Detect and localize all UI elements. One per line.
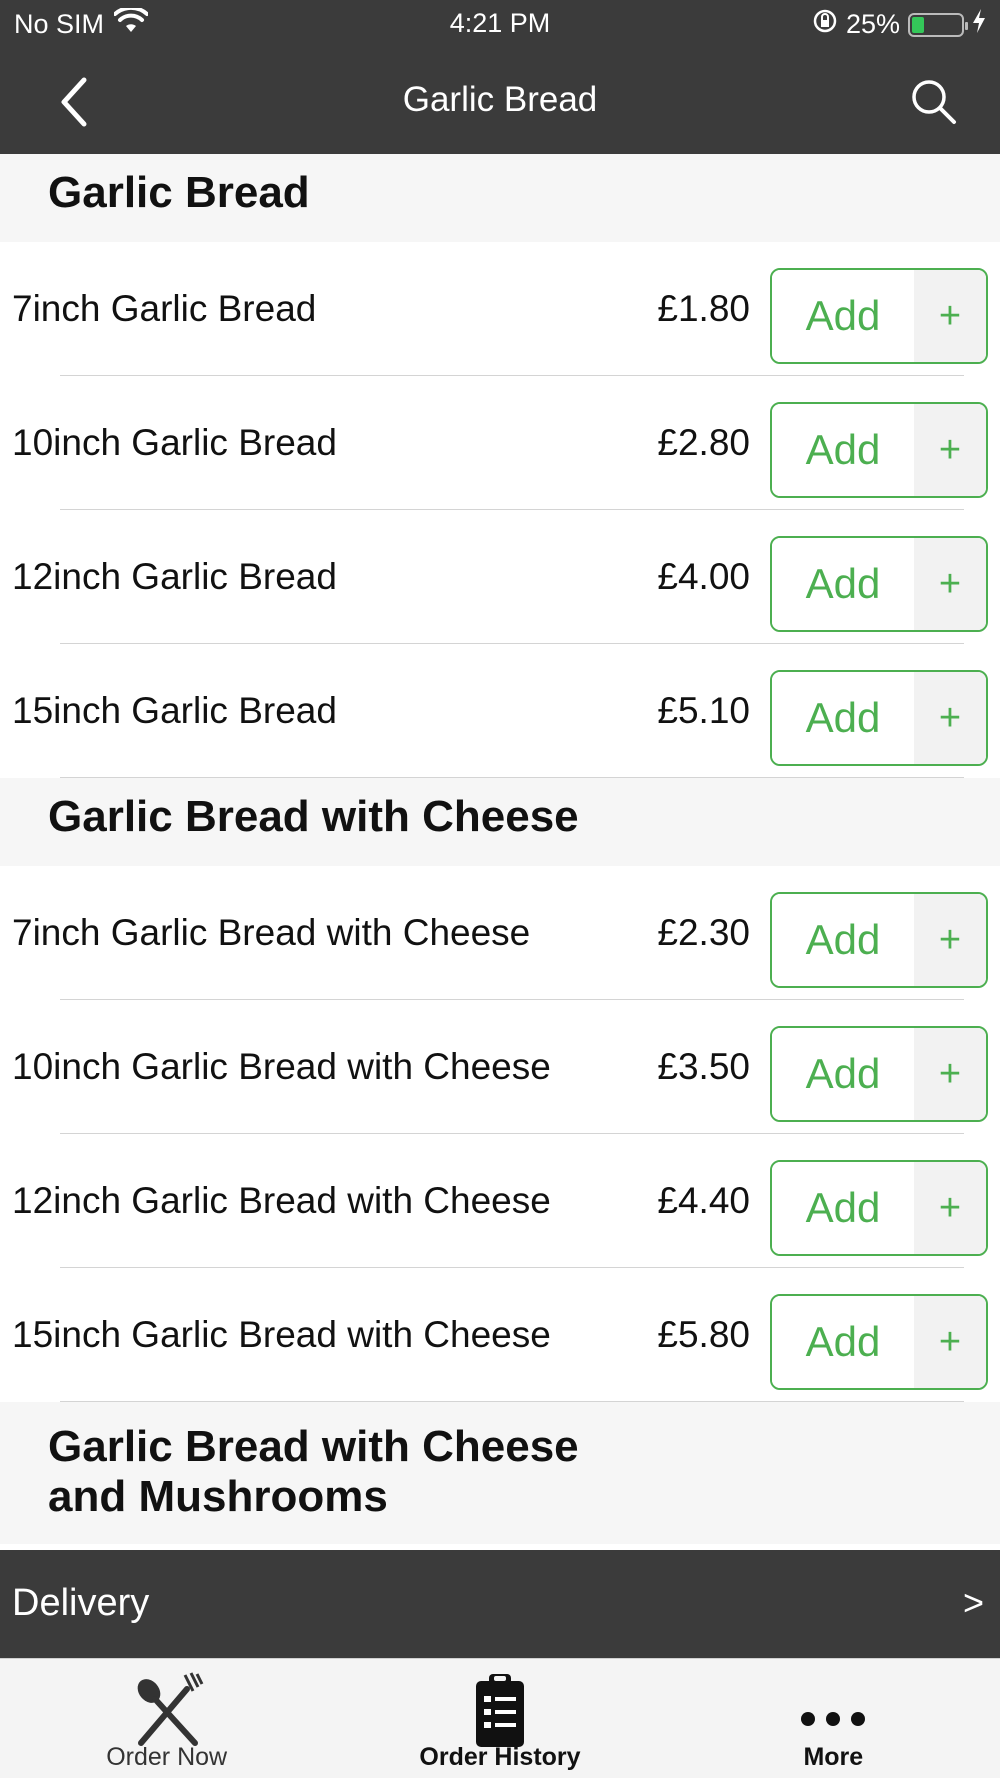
item-name: 10inch Garlic Bread with Cheese (12, 1046, 551, 1087)
delivery-bar[interactable]: Delivery > (0, 1550, 1000, 1658)
item-price: £4.40 (657, 1180, 750, 1221)
add-label: Add (772, 404, 914, 496)
item-price: £2.80 (657, 422, 750, 463)
menu-item: 12inch Garlic Bread with Cheese £4.40 Ad… (0, 1134, 1000, 1268)
back-button[interactable] (52, 72, 112, 132)
item-name: 10inch Garlic Bread (12, 422, 337, 463)
add-label: Add (772, 270, 914, 362)
section-header: Garlic Bread with Cheese and Mushrooms (0, 1402, 1000, 1544)
divider (60, 777, 964, 778)
divider (60, 1401, 964, 1402)
plus-icon: + (914, 1162, 986, 1254)
item-name: 7inch Garlic Bread with Cheese (12, 912, 531, 953)
add-label: Add (772, 1296, 914, 1388)
tab-bar: Order Now Order History More (0, 1658, 1000, 1778)
add-button[interactable]: Add + (770, 670, 988, 766)
battery-percent: 25% (845, 9, 900, 39)
add-button[interactable]: Add + (770, 536, 988, 632)
add-label: Add (772, 672, 914, 764)
delivery-label: Delivery (12, 1582, 150, 1624)
item-price: £5.80 (657, 1314, 750, 1355)
item-name: 12inch Garlic Bread with Cheese (12, 1180, 551, 1221)
section-header: Garlic Bread with Cheese (0, 778, 1000, 866)
section-title-line: Garlic Bread with Cheese (48, 1422, 579, 1471)
item-price: £1.80 (657, 288, 750, 329)
add-button[interactable]: Add + (770, 268, 988, 364)
item-price: £2.30 (657, 912, 750, 953)
menu-item: 15inch Garlic Bread £5.10 Add + (0, 644, 1000, 778)
plus-icon: + (914, 1296, 986, 1388)
plus-icon: + (914, 538, 986, 630)
tab-label: Order Now (106, 1743, 228, 1771)
menu-item: 7inch Garlic Bread with Cheese £2.30 Add… (0, 866, 1000, 1000)
item-price: £5.10 (657, 690, 750, 731)
search-button[interactable] (908, 76, 960, 128)
plus-icon: + (914, 1028, 986, 1120)
item-name: 7inch Garlic Bread (12, 288, 317, 329)
add-button[interactable]: Add + (770, 1026, 988, 1122)
menu-item: 10inch Garlic Bread with Cheese £3.50 Ad… (0, 1000, 1000, 1134)
menu-item: 10inch Garlic Bread £2.80 Add + (0, 376, 1000, 510)
plus-icon: + (914, 672, 986, 764)
item-name: 15inch Garlic Bread with Cheese (12, 1314, 551, 1355)
item-price: £4.00 (657, 556, 750, 597)
rotation-lock-icon (812, 8, 838, 41)
add-button[interactable]: Add + (770, 402, 988, 498)
search-icon (912, 80, 956, 124)
add-button[interactable]: Add + (770, 1160, 988, 1256)
tab-label: More (803, 1743, 864, 1771)
status-right: 25% (812, 8, 986, 41)
add-label: Add (772, 1162, 914, 1254)
item-name: 12inch Garlic Bread (12, 556, 337, 597)
menu-list[interactable]: Garlic Bread 7inch Garlic Bread £1.80 Ad… (0, 154, 1000, 1550)
battery-icon (908, 12, 968, 37)
charging-bolt-icon (972, 8, 986, 41)
tab-order-history[interactable]: Order History (333, 1659, 666, 1778)
add-button[interactable]: Add + (770, 892, 988, 988)
menu-item: 15inch Garlic Bread with Cheese £5.80 Ad… (0, 1268, 1000, 1402)
tab-more[interactable]: More (667, 1659, 1000, 1778)
tab-label: Order History (419, 1743, 581, 1771)
add-label: Add (772, 538, 914, 630)
item-name: 15inch Garlic Bread (12, 690, 337, 731)
add-button[interactable]: Add + (770, 1294, 988, 1390)
section-title-line: and Mushrooms (48, 1472, 388, 1521)
item-price: £3.50 (657, 1046, 750, 1087)
section-header: Garlic Bread (0, 154, 1000, 242)
status-bar: No SIM 4:21 PM 25% (0, 0, 1000, 50)
chevron-left-icon (61, 77, 87, 127)
plus-icon: + (914, 894, 986, 986)
add-label: Add (772, 1028, 914, 1120)
nav-bar: Garlic Bread (0, 50, 1000, 154)
add-label: Add (772, 894, 914, 986)
plus-icon: + (914, 270, 986, 362)
menu-item: 12inch Garlic Bread £4.00 Add + (0, 510, 1000, 644)
menu-item: 7inch Garlic Bread £1.80 Add + (0, 242, 1000, 376)
chevron-right-icon: > (962, 1582, 984, 1623)
tab-order-now[interactable]: Order Now (0, 1659, 333, 1778)
plus-icon: + (914, 404, 986, 496)
page-title: Garlic Bread (402, 80, 598, 119)
